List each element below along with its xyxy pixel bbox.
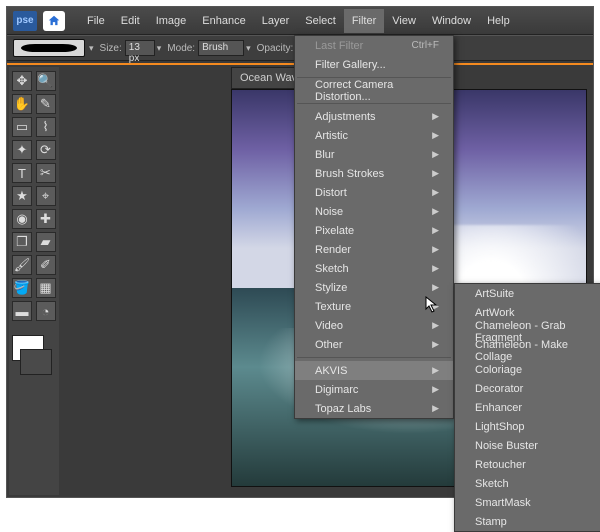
- menu-help[interactable]: Help: [479, 9, 518, 33]
- filter-item-distort[interactable]: Distort▶: [295, 183, 453, 202]
- app-logo: pse: [13, 11, 37, 31]
- submenu-arrow-icon: ▶: [432, 244, 439, 255]
- submenu-arrow-icon: ▶: [432, 130, 439, 141]
- menu-enhance[interactable]: Enhance: [194, 9, 253, 33]
- submenu-arrow-icon: ▶: [432, 403, 439, 414]
- filter-item-other[interactable]: Other▶: [295, 335, 453, 354]
- akvis-item-noise-buster[interactable]: Noise Buster: [455, 436, 600, 455]
- sponge-tool[interactable]: ◔: [36, 301, 56, 321]
- filter-item-pixelate[interactable]: Pixelate▶: [295, 221, 453, 240]
- menu-window[interactable]: Window: [424, 9, 479, 33]
- submenu-arrow-icon: ▶: [432, 168, 439, 179]
- eraser-tool[interactable]: ▰: [36, 232, 56, 252]
- filter-item-artistic[interactable]: Artistic▶: [295, 126, 453, 145]
- akvis-item-retoucher[interactable]: Retoucher: [455, 455, 600, 474]
- mode-select[interactable]: Brush: [198, 40, 244, 56]
- background-swatch[interactable]: [20, 349, 52, 375]
- akvis-submenu: ArtSuiteArtWorkChameleon - Grab Fragment…: [454, 283, 600, 532]
- submenu-arrow-icon: ▶: [432, 384, 439, 395]
- akvis-item-lightshop[interactable]: LightShop: [455, 417, 600, 436]
- straighten-tool[interactable]: ⌖: [36, 186, 56, 206]
- bucket-tool[interactable]: 🪣: [12, 278, 32, 298]
- filter-item-brush-strokes[interactable]: Brush Strokes▶: [295, 164, 453, 183]
- submenu-arrow-icon: ▶: [432, 187, 439, 198]
- filter-item-noise[interactable]: Noise▶: [295, 202, 453, 221]
- submenu-arrow-icon: ▶: [432, 339, 439, 350]
- move-tool[interactable]: ✥: [12, 71, 32, 91]
- submenu-arrow-icon: ▶: [432, 282, 439, 293]
- menu-select[interactable]: Select: [297, 9, 344, 33]
- menu-separator: [297, 103, 451, 104]
- marquee-tool[interactable]: ▭: [12, 117, 32, 137]
- size-label: Size:: [100, 43, 122, 54]
- chevron-down-icon[interactable]: ▾: [89, 43, 94, 54]
- submenu-arrow-icon: ▶: [432, 111, 439, 122]
- wand-tool[interactable]: ✦: [12, 140, 32, 160]
- quicksel-tool[interactable]: ⟳: [36, 140, 56, 160]
- lasso-tool[interactable]: ⌇: [36, 117, 56, 137]
- menu-edit[interactable]: Edit: [113, 9, 148, 33]
- opacity-label: Opacity:: [257, 43, 294, 54]
- zoom-tool[interactable]: 🔍: [36, 71, 56, 91]
- submenu-arrow-icon: ▶: [432, 365, 439, 376]
- smartbrush-tool[interactable]: ✐: [36, 255, 56, 275]
- filter-item-correct-camera-distortion-[interactable]: Correct Camera Distortion...: [295, 81, 453, 100]
- menu-separator: [297, 357, 451, 358]
- chevron-down-icon[interactable]: ▾: [246, 43, 251, 54]
- hand-tool[interactable]: ✋: [12, 94, 32, 114]
- filter-menu-dropdown: Last FilterCtrl+FFilter Gallery... Correc…: [294, 35, 454, 419]
- menu-file[interactable]: File: [79, 9, 113, 33]
- submenu-arrow-icon: ▶: [432, 225, 439, 236]
- submenu-arrow-icon: ▶: [432, 320, 439, 331]
- gradient-tool[interactable]: ▦: [36, 278, 56, 298]
- menu-filter[interactable]: Filter: [344, 9, 384, 33]
- menubar: pse FileEditImageEnhanceLayerSelectFilte…: [7, 7, 593, 35]
- shape-tool[interactable]: ▬: [12, 301, 32, 321]
- submenu-arrow-icon: ▶: [432, 263, 439, 274]
- filter-item-render[interactable]: Render▶: [295, 240, 453, 259]
- filter-item-digimarc[interactable]: Digimarc▶: [295, 380, 453, 399]
- filter-item-stylize[interactable]: Stylize▶: [295, 278, 453, 297]
- akvis-item-enhancer[interactable]: Enhancer: [455, 398, 600, 417]
- akvis-item-artsuite[interactable]: ArtSuite: [455, 284, 600, 303]
- redeye-tool[interactable]: ◉: [12, 209, 32, 229]
- cursor-icon: [425, 296, 439, 314]
- menu-layer[interactable]: Layer: [254, 9, 298, 33]
- chevron-down-icon[interactable]: ▾: [157, 43, 162, 54]
- filter-item-adjustments[interactable]: Adjustments▶: [295, 107, 453, 126]
- akvis-item-smartmask[interactable]: SmartMask: [455, 493, 600, 512]
- filter-item-topaz-labs[interactable]: Topaz Labs▶: [295, 399, 453, 418]
- home-button[interactable]: [43, 11, 65, 31]
- filter-item-filter-gallery-[interactable]: Filter Gallery...: [295, 55, 453, 74]
- eyedropper-tool[interactable]: ✎: [36, 94, 56, 114]
- home-icon: [47, 14, 61, 28]
- akvis-item-sketch[interactable]: Sketch: [455, 474, 600, 493]
- brush-tool[interactable]: 🖌: [12, 255, 32, 275]
- size-input[interactable]: 13 px: [125, 40, 155, 56]
- crop-tool[interactable]: ✂: [36, 163, 56, 183]
- brush-preview[interactable]: [13, 39, 85, 57]
- filter-item-video[interactable]: Video▶: [295, 316, 453, 335]
- filter-item-sketch[interactable]: Sketch▶: [295, 259, 453, 278]
- akvis-item-chameleon-make-collage[interactable]: Chameleon - Make Collage: [455, 341, 600, 360]
- filter-item-last-filter: Last FilterCtrl+F: [295, 36, 453, 55]
- clone-tool[interactable]: ❐: [12, 232, 32, 252]
- submenu-arrow-icon: ▶: [432, 206, 439, 217]
- healing-tool[interactable]: ✚: [36, 209, 56, 229]
- submenu-arrow-icon: ▶: [432, 149, 439, 160]
- menu-image[interactable]: Image: [148, 9, 195, 33]
- akvis-item-decorator[interactable]: Decorator: [455, 379, 600, 398]
- toolbox: ✥🔍✋✎▭⌇✦⟳T✂★⌖◉✚❐▰🖌✐🪣▦▬◔: [9, 67, 59, 495]
- menu-view[interactable]: View: [384, 9, 424, 33]
- cookie-tool[interactable]: ★: [12, 186, 32, 206]
- filter-item-blur[interactable]: Blur▶: [295, 145, 453, 164]
- akvis-item-stamp[interactable]: Stamp: [455, 512, 600, 531]
- mode-label: Mode:: [167, 43, 195, 54]
- type-tool[interactable]: T: [12, 163, 32, 183]
- akvis-item-coloriage[interactable]: Coloriage: [455, 360, 600, 379]
- filter-item-akvis[interactable]: AKVIS▶: [295, 361, 453, 380]
